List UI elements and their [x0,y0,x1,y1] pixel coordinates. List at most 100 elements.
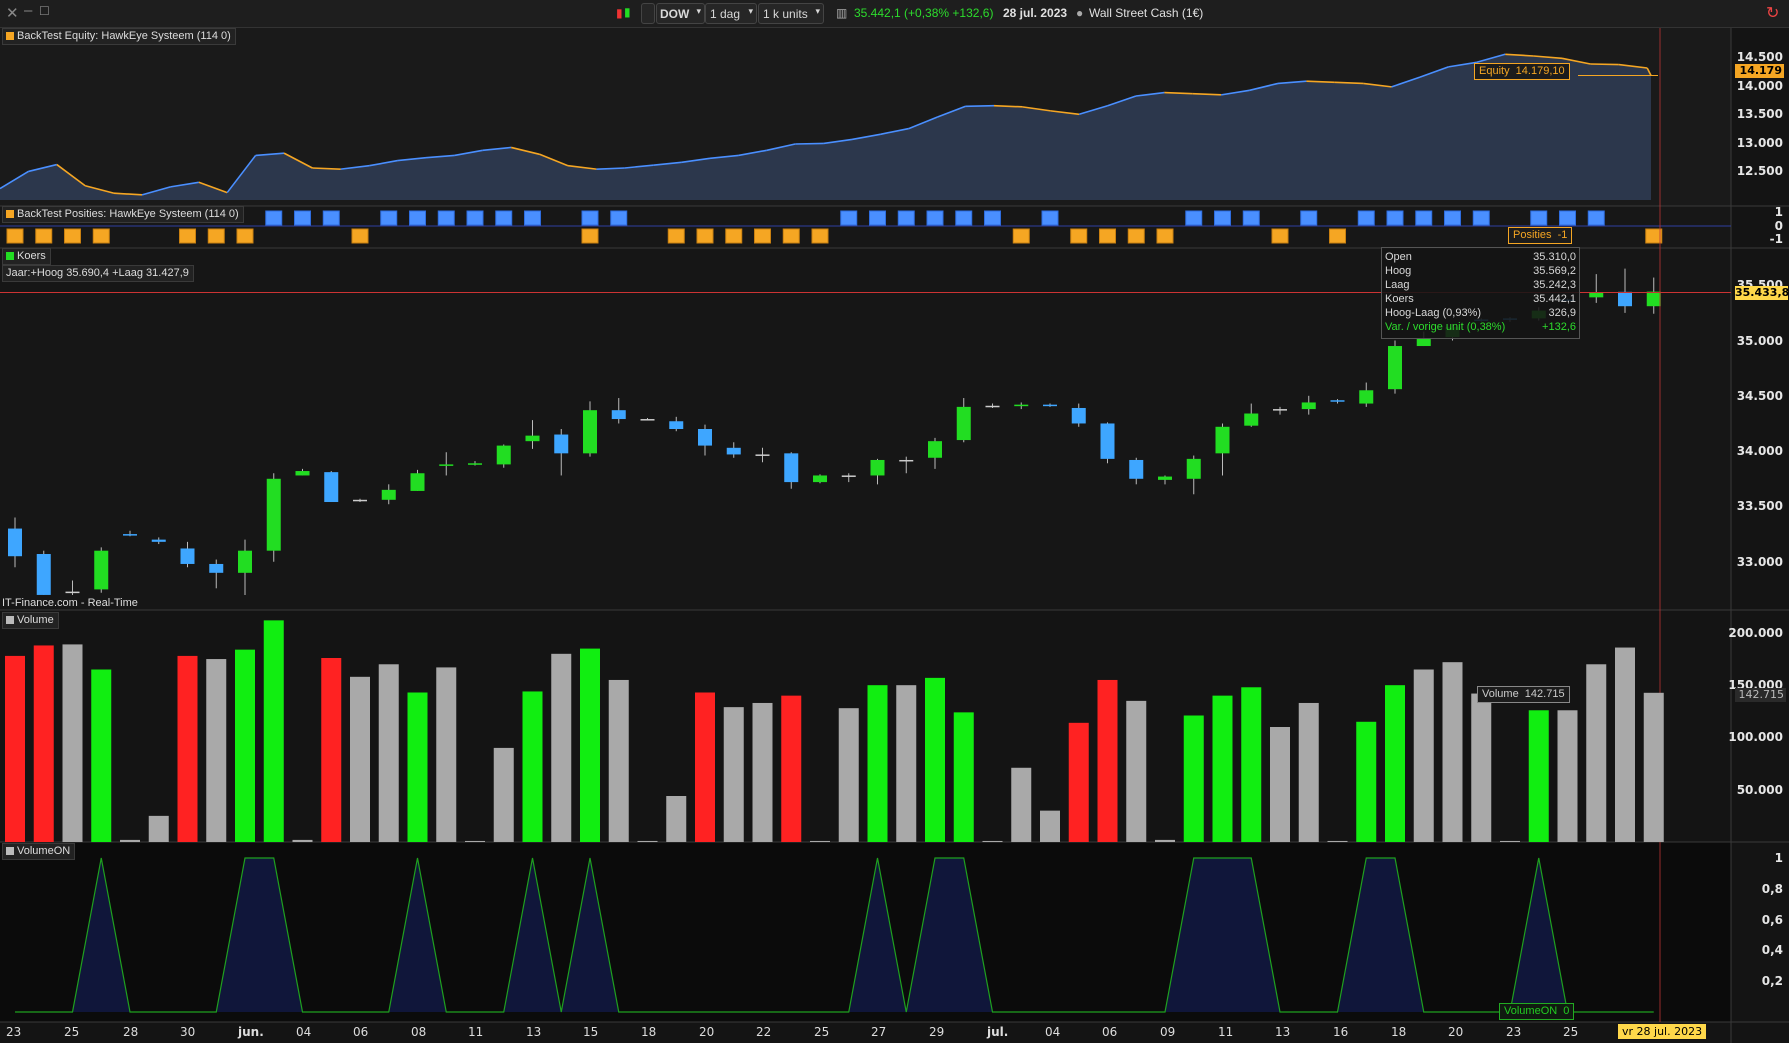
volume-swatch [6,616,14,624]
position-short-marker [1156,228,1174,244]
x-axis-tick: 20 [699,1025,715,1039]
volumeon-y-tick: 1 [1774,851,1783,865]
equity-line-segment [993,104,1023,108]
equity-current-value: 14.179 [1735,64,1784,78]
tooltip-value: 35.310,0 [1533,251,1576,263]
volume-bar [1615,647,1635,842]
tooltip-key: Hoog [1385,265,1412,277]
equity-swatch [6,32,14,40]
position-long-marker [466,210,484,226]
volume-bar [1097,679,1118,842]
chart-canvas [0,28,1789,1043]
equity-panel-label[interactable]: BackTest Equity: HawkEye Systeem (114 0) [2,28,236,45]
position-long-marker [1472,210,1490,226]
volume-bar [1557,710,1578,842]
x-axis-tick: 09 [1160,1025,1176,1039]
equity-line-segment [1164,91,1193,95]
candle-body [238,550,252,573]
volume-bar [206,659,227,842]
volume-label-text: Volume [17,614,54,626]
volume-bar [1126,700,1147,842]
x-axis-tick: 15 [583,1025,599,1039]
position-long-marker [495,210,513,226]
positions-y-tick: -1 [1769,232,1783,246]
x-axis-tick: 06 [353,1025,369,1039]
position-long-marker [610,210,628,226]
volume-y-tick: 200.000 [1728,625,1783,640]
candle-body [1589,292,1604,298]
position-long-marker [409,210,426,226]
candle-body [410,473,425,491]
position-long-marker [869,210,886,226]
x-axis-tick: 28 [123,1025,139,1039]
x-axis-tick: 18 [641,1025,657,1039]
price-y-tick: 35.000 [1736,333,1783,348]
price-y-tick: 33.000 [1736,554,1783,569]
candle-body [1273,409,1287,411]
equity-y-tick: 14.500 [1736,50,1783,65]
tooltip-row: Hoog 35.569,2 [1385,265,1576,279]
position-short-marker [1645,228,1663,244]
candle-body [669,421,684,429]
positions-panel-label[interactable]: BackTest Posities: HawkEye Systeem (114 … [2,206,244,223]
position-short-marker [1099,228,1116,244]
position-long-marker [926,210,944,226]
volumeon-y-tick: 0,4 [1761,943,1783,958]
price-panel-label[interactable]: Koers [2,248,51,265]
price-y-tick: 33.500 [1736,499,1783,514]
candle-body [1071,407,1086,424]
position-short-marker [725,228,743,244]
tooltip-key: Laag [1385,279,1410,291]
volume-bar [1270,727,1290,842]
candle-body [1646,291,1661,307]
candle-body [698,429,712,446]
volume-bar [120,839,140,842]
candle-body [1158,476,1172,480]
volume-bar [436,667,457,842]
volume-bar [1385,685,1405,842]
volumeon-value-label: VolumeON 0 [1499,1003,1575,1020]
candle-body [151,539,166,542]
candle-body [65,591,80,594]
volume-bar [838,708,859,842]
equity-y-tick: 13.500 [1736,107,1783,122]
position-short-marker [179,228,196,244]
tooltip-key: Hoog-Laag (0,93%) [1385,307,1482,319]
position-short-marker [811,228,829,244]
volume-bar [1327,840,1348,842]
x-axis-tick: 25 [64,1025,80,1039]
position-short-marker [1271,228,1289,244]
volume-bar [1356,721,1377,842]
position-short-marker [92,228,110,244]
candle-body [525,435,540,442]
position-short-marker [236,228,254,244]
volume-bar [608,679,629,842]
volume-bar [637,840,658,842]
x-axis-tick: 06 [1102,1025,1118,1039]
volume-bar [1155,839,1175,842]
volume-bar [321,658,342,842]
candle-body [1618,291,1632,307]
volume-panel-label[interactable]: Volume [2,612,59,629]
volumeon-panel-label[interactable]: VolumeON [2,843,76,860]
volume-bar [91,669,112,842]
x-axis-tick: 22 [756,1025,772,1039]
position-short-marker [1070,228,1088,244]
volume-bar [1212,695,1233,842]
x-axis-tick: jun. [238,1025,264,1039]
tooltip-value: 35.569,2 [1533,265,1576,277]
tooltip-row: Hoog-Laag (0,93%) 326,9 [1385,307,1576,321]
tooltip-key: Var. / vorige unit (0,38%) [1385,321,1506,333]
candle-body [813,475,827,483]
candle-body [956,406,971,441]
equity-line-segment [1192,92,1222,96]
candle-body [439,464,454,466]
candle-body [468,463,482,465]
tooltip-row: Var. / vorige unit (0,38%) +132,6 [1385,321,1576,335]
x-axis-tick: 04 [1045,1025,1061,1039]
candle-body [324,472,339,503]
positions-panel-bg [0,206,1731,248]
volume-bar [1528,710,1549,842]
volumeon-swatch [6,847,14,855]
price-y-tick: 34.000 [1736,444,1783,459]
